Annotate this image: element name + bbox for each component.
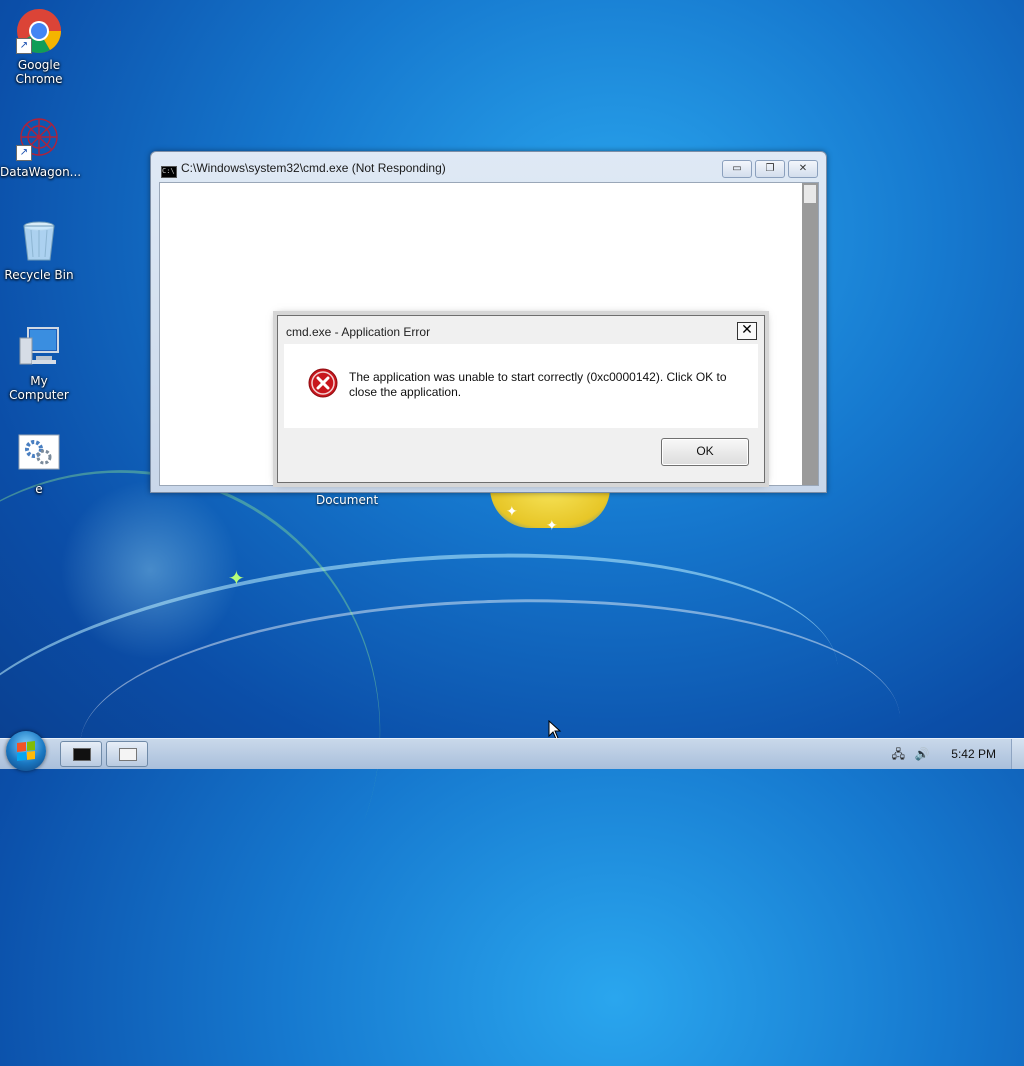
vertical-scrollbar[interactable] [802, 183, 818, 485]
mouse-cursor-icon [548, 720, 562, 740]
sparkle-icon: ✦ [546, 518, 558, 534]
sparkle-icon: ✦ [228, 566, 245, 590]
settings-file-icon [16, 432, 62, 478]
dialog-close-button[interactable]: ✕ [737, 322, 757, 340]
cmd-window-title-text: C:\Windows\system32\cmd.exe (Not Respond… [181, 161, 446, 175]
desktop-icon-label: DataWagon... [0, 165, 82, 179]
error-dialog-content: The application was unable to start corr… [284, 344, 758, 428]
chrome-icon: ↗ [16, 8, 62, 54]
taskbar-cmd-button[interactable] [60, 741, 102, 767]
desktop-icon-document-label[interactable]: Document [316, 493, 378, 507]
cmd-window-title: C:\ C:\Windows\system32\cmd.exe (Not Resp… [161, 161, 446, 178]
taskbar-window-button[interactable] [106, 741, 148, 767]
desktop-icon-chrome[interactable]: ↗ Google Chrome [0, 8, 78, 86]
recycle-bin-icon [16, 218, 62, 264]
clock[interactable]: 5:42 PM [951, 747, 996, 761]
error-dialog-title: cmd.exe - Application Error [286, 325, 431, 339]
desktop-icon-label: Google Chrome [15, 58, 63, 86]
error-dialog[interactable]: cmd.exe - Application Error ✕ The applic… [277, 315, 765, 483]
error-icon [308, 368, 338, 398]
computer-icon [16, 324, 62, 370]
window-icon [119, 748, 137, 761]
ok-button[interactable]: OK [661, 438, 749, 466]
error-message: The application was unable to start corr… [349, 370, 727, 399]
shortcut-arrow-icon: ↗ [16, 38, 32, 54]
scrollbar-thumb[interactable] [804, 185, 816, 203]
desktop-icon-label: My Computer [9, 374, 69, 402]
taskbar: 🖧 🔊 5:42 PM [0, 731, 1024, 771]
volume-icon[interactable]: 🔊 [913, 745, 931, 763]
network-icon[interactable]: 🖧 [889, 745, 907, 763]
windows-logo-icon [17, 741, 35, 761]
desktop-icon-datawagon[interactable]: ↗ DataWagon... [0, 115, 82, 179]
shortcut-arrow-icon: ↗ [16, 145, 32, 161]
desktop-icon-e[interactable]: e [0, 432, 78, 496]
system-tray: 🖧 🔊 5:42 PM [889, 739, 1024, 769]
desktop-icon-my-computer[interactable]: My Computer [0, 324, 78, 402]
desktop-icon-recycle-bin[interactable]: Recycle Bin [0, 218, 78, 282]
desktop-icon-label: e [35, 482, 43, 496]
console-icon: C:\ [161, 166, 177, 178]
show-desktop-button[interactable] [1011, 739, 1024, 769]
start-button[interactable] [6, 731, 46, 771]
sparkle-icon: ✦ [506, 504, 518, 520]
minimize-button[interactable]: ▭ [722, 160, 752, 178]
desktop-icon-label: Recycle Bin [4, 268, 74, 282]
datawagon-icon: ↗ [16, 115, 62, 161]
console-icon [73, 748, 91, 761]
restore-button[interactable]: ❐ [755, 160, 785, 178]
close-button[interactable]: ✕ [788, 160, 818, 178]
